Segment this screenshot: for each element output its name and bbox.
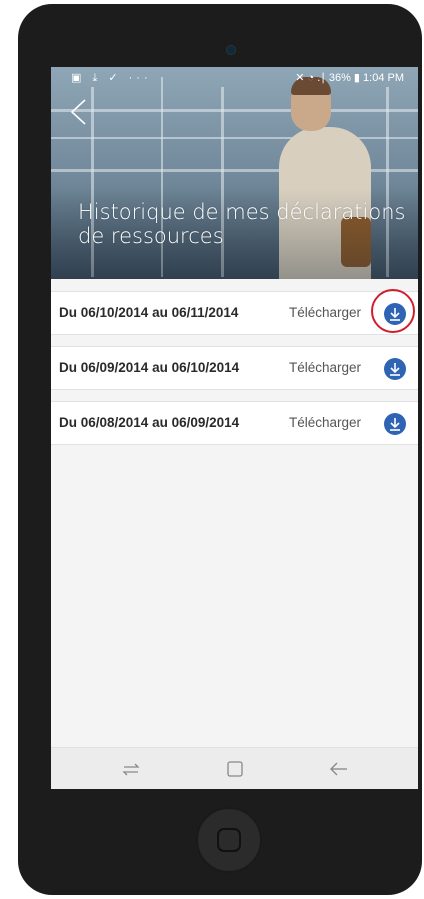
android-nav-bar (51, 747, 418, 789)
back-nav-button[interactable] (327, 758, 351, 780)
download-label[interactable]: Télécharger (289, 305, 361, 320)
back-button[interactable] (65, 97, 93, 127)
declaration-row-3: Du 06/08/2014 au 06/09/2014 Télécharger (51, 401, 418, 445)
download-icon (390, 363, 400, 376)
page-title: Historique de mes déclarations de ressou… (78, 200, 406, 248)
home-nav-button[interactable] (223, 758, 247, 780)
declaration-row-1: Du 06/10/2014 au 06/11/2014 Télécharger (51, 289, 418, 335)
download-button-2[interactable] (384, 358, 406, 380)
hardware-home-button[interactable] (196, 807, 262, 873)
download-icon (390, 418, 400, 431)
download-button-3[interactable] (384, 413, 406, 435)
chevron-left-icon (70, 99, 86, 125)
declaration-period: Du 06/10/2014 au 06/11/2014 (59, 305, 239, 320)
declaration-row-2: Du 06/09/2014 au 06/10/2014 Télécharger (51, 346, 418, 390)
highlight-circle (371, 289, 415, 333)
status-notification-icons: ▣ ⤓ ✓ ··· (71, 72, 152, 84)
status-bar: ▣ ⤓ ✓ ··· ✕ ◔ .∣ 36% ▮ 1:04 PM (51, 67, 418, 87)
recent-apps-icon (122, 763, 140, 776)
download-label[interactable]: Télécharger (289, 415, 361, 430)
status-system-info: ✕ ◔ .∣ 36% ▮ 1:04 PM (295, 72, 404, 84)
download-label[interactable]: Télécharger (289, 360, 361, 375)
declaration-period: Du 06/08/2014 au 06/09/2014 (59, 415, 240, 430)
header-hero-image: ▣ ⤓ ✓ ··· ✕ ◔ .∣ 36% ▮ 1:04 PM Historiqu… (51, 67, 418, 279)
front-camera (226, 45, 236, 55)
back-arrow-icon (330, 762, 347, 776)
home-icon (227, 761, 243, 777)
recent-apps-button[interactable] (119, 758, 143, 780)
declaration-period: Du 06/09/2014 au 06/10/2014 (59, 360, 240, 375)
app-screen: ▣ ⤓ ✓ ··· ✕ ◔ .∣ 36% ▮ 1:04 PM Historiqu… (51, 67, 418, 789)
